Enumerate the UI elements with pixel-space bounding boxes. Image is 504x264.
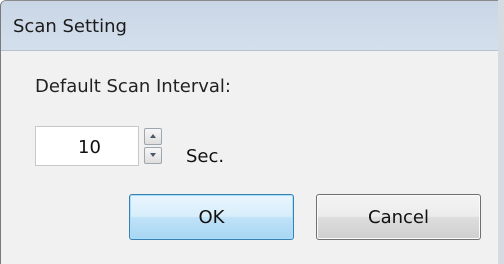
titlebar-divider <box>1 50 503 51</box>
triangle-down-icon <box>150 153 156 157</box>
ok-button[interactable]: OK <box>129 194 294 240</box>
triangle-up-icon <box>150 134 156 138</box>
dialog-titlebar[interactable]: Scan Setting <box>1 1 503 50</box>
scan-interval-input[interactable]: 10 <box>35 126 139 166</box>
ok-button-label: OK <box>198 206 225 228</box>
spin-up-button[interactable] <box>144 128 162 145</box>
scan-setting-dialog: Scan Setting Default Scan Interval: 10 S… <box>0 0 503 264</box>
spin-down-button[interactable] <box>144 147 162 164</box>
background-window-edge <box>498 0 504 264</box>
cancel-button-label: Cancel <box>368 206 429 228</box>
scan-interval-label: Default Scan Interval: <box>35 76 231 97</box>
interval-unit-label: Sec. <box>186 146 225 167</box>
cancel-button[interactable]: Cancel <box>316 194 481 240</box>
scan-interval-spinner <box>139 126 169 166</box>
dialog-title: Scan Setting <box>13 16 127 37</box>
